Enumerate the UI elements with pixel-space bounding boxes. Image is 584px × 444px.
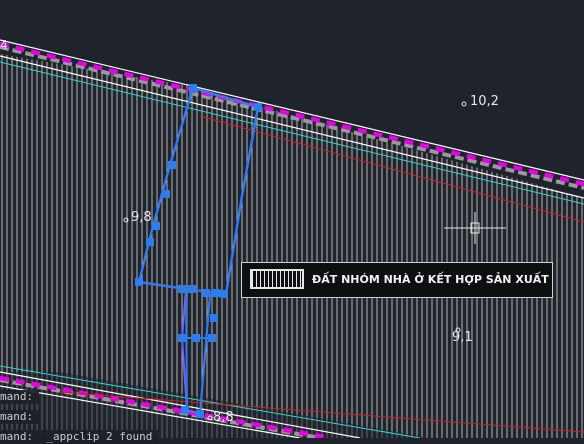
grip[interactable] — [212, 289, 220, 297]
command-history-line-1: mand: — [0, 390, 40, 404]
parcel-legend-box[interactable]: ĐẤT NHÓM NHÀ Ở KẾT HỢP SẢN XUẤT — [241, 262, 553, 298]
top-left-text-fragment: 4 — [0, 38, 8, 52]
grip[interactable] — [146, 238, 154, 246]
grip[interactable] — [210, 314, 218, 322]
cad-drawing-canvas[interactable] — [0, 0, 584, 438]
command-history-line-2: mand: — [0, 410, 40, 424]
grip[interactable] — [202, 289, 210, 297]
grip[interactable] — [178, 334, 186, 342]
grip[interactable] — [178, 285, 186, 293]
command-history-line-3: mand: _appclip 2 found — [0, 430, 159, 444]
grip[interactable] — [135, 278, 143, 286]
grip[interactable] — [162, 190, 170, 198]
grip[interactable] — [254, 103, 262, 111]
grip[interactable] — [196, 410, 204, 418]
parcel-label: ĐẤT NHÓM NHÀ Ở KẾT HỢP SẢN XUẤT — [312, 273, 549, 286]
grip[interactable] — [220, 290, 228, 298]
elevation-point-marker — [461, 101, 467, 107]
elevation-label-e4: 8,8 — [213, 410, 234, 425]
grip[interactable] — [189, 84, 197, 92]
elevation-label-e2: 9,8 — [131, 210, 152, 225]
grip[interactable] — [192, 334, 200, 342]
elevation-label-e1: 10,2 — [470, 94, 499, 109]
grip[interactable] — [181, 406, 189, 414]
grip[interactable] — [152, 222, 160, 230]
grip[interactable] — [188, 285, 196, 293]
grip[interactable] — [168, 161, 176, 169]
hatch-swatch — [250, 269, 304, 289]
selection-outline-lower — [185, 288, 188, 411]
elevation-label-e3: 9,1 — [452, 330, 473, 345]
grip[interactable] — [208, 334, 216, 342]
